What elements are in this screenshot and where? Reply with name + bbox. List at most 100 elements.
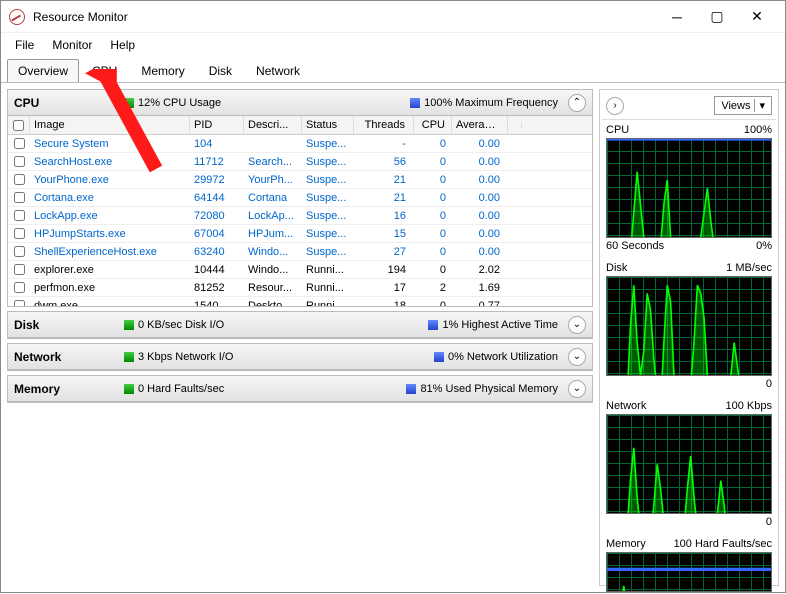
cell-pid: 11712 bbox=[190, 155, 244, 169]
tab-network[interactable]: Network bbox=[245, 59, 311, 82]
tab-disk[interactable]: Disk bbox=[198, 59, 243, 82]
cpu-freq-metric: 100% Maximum Frequency bbox=[410, 97, 558, 109]
panel-disk-header[interactable]: Disk 0 KB/sec Disk I/O 1% Highest Active… bbox=[8, 312, 592, 338]
graph-disk-label: Disk bbox=[606, 262, 627, 274]
menu-help[interactable]: Help bbox=[102, 36, 143, 54]
col-scroll bbox=[508, 122, 522, 128]
col-pid[interactable]: PID bbox=[190, 116, 244, 134]
panel-cpu-title: CPU bbox=[14, 96, 114, 110]
row-checkbox[interactable] bbox=[14, 192, 25, 203]
cell-pid: 29972 bbox=[190, 173, 244, 187]
cell-cpu: 0 bbox=[414, 173, 452, 187]
minimize-button[interactable]: ─ bbox=[657, 3, 697, 31]
graph-memory-max: 100 Hard Faults/sec bbox=[674, 538, 772, 550]
cell-cpu: 0 bbox=[414, 191, 452, 205]
col-check[interactable] bbox=[8, 116, 30, 134]
cell-pid: 81252 bbox=[190, 281, 244, 295]
square-green-icon bbox=[124, 384, 134, 394]
table-body: Secure System104Suspe...-00.00SearchHost… bbox=[8, 135, 592, 306]
col-image[interactable]: Image bbox=[30, 116, 190, 134]
window-title: Resource Monitor bbox=[33, 10, 657, 24]
cell-cpu: 0 bbox=[414, 137, 452, 151]
panel-cpu-header[interactable]: CPU 12% CPU Usage 100% Maximum Frequency… bbox=[8, 90, 592, 116]
graph-cpu-xL: 60 Seconds bbox=[606, 240, 664, 252]
table-row[interactable]: Cortana.exe64144CortanaSuspe...2100.00 bbox=[8, 189, 592, 207]
menu-monitor[interactable]: Monitor bbox=[44, 36, 100, 54]
graph-network-xR: 0 bbox=[766, 516, 772, 528]
cell-avg: 0.00 bbox=[452, 209, 508, 223]
cell-pid: 64144 bbox=[190, 191, 244, 205]
panel-disk-title: Disk bbox=[14, 318, 114, 332]
cell-threads: 17 bbox=[354, 281, 414, 295]
graph-disk-canvas bbox=[606, 276, 772, 376]
col-threads[interactable]: Threads bbox=[354, 116, 414, 134]
menu-file[interactable]: File bbox=[7, 36, 42, 54]
row-checkbox[interactable] bbox=[14, 156, 25, 167]
table-row[interactable]: dwm.exe1540Deskto...Runni...1800.77 bbox=[8, 297, 592, 306]
panel-memory-header[interactable]: Memory 0 Hard Faults/sec 81% Used Physic… bbox=[8, 376, 592, 402]
left-column: CPU 12% CPU Usage 100% Maximum Frequency… bbox=[7, 89, 593, 586]
panel-disk-expand[interactable]: ⌄ bbox=[568, 316, 586, 334]
table-row[interactable]: explorer.exe10444Windo...Runni...19402.0… bbox=[8, 261, 592, 279]
cell-cpu: 0 bbox=[414, 155, 452, 169]
network-io-metric: 3 Kbps Network I/O bbox=[124, 351, 233, 363]
table-row[interactable]: perfmon.exe81252Resour...Runni...1721.69 bbox=[8, 279, 592, 297]
cell-threads: 16 bbox=[354, 209, 414, 223]
graph-cpu-xR: 0% bbox=[756, 240, 772, 252]
cell-image: perfmon.exe bbox=[30, 281, 190, 295]
graphs-nav-button[interactable]: › bbox=[606, 97, 624, 115]
cell-threads: 56 bbox=[354, 155, 414, 169]
tab-memory[interactable]: Memory bbox=[130, 59, 195, 82]
cell-status: Suspe... bbox=[302, 173, 354, 187]
panel-network-header[interactable]: Network 3 Kbps Network I/O 0% Network Ut… bbox=[8, 344, 592, 370]
square-green-icon bbox=[124, 98, 134, 108]
panel-memory-expand[interactable]: ⌄ bbox=[568, 380, 586, 398]
cell-avg: 2.02 bbox=[452, 263, 508, 277]
panel-network-expand[interactable]: ⌄ bbox=[568, 348, 586, 366]
row-checkbox[interactable] bbox=[14, 300, 25, 306]
cell-desc: LockAp... bbox=[244, 209, 302, 223]
row-checkbox[interactable] bbox=[14, 246, 25, 257]
table-row[interactable]: YourPhone.exe29972YourPh...Suspe...2100.… bbox=[8, 171, 592, 189]
table-row[interactable]: SearchHost.exe11712Search...Suspe...5600… bbox=[8, 153, 592, 171]
panel-disk: Disk 0 KB/sec Disk I/O 1% Highest Active… bbox=[7, 311, 593, 339]
cell-threads: 15 bbox=[354, 227, 414, 241]
cell-status: Suspe... bbox=[302, 227, 354, 241]
tab-overview[interactable]: Overview bbox=[7, 59, 79, 82]
tab-cpu[interactable]: CPU bbox=[81, 59, 128, 82]
table-row[interactable]: Secure System104Suspe...-00.00 bbox=[8, 135, 592, 153]
row-checkbox[interactable] bbox=[14, 174, 25, 185]
cell-cpu: 0 bbox=[414, 263, 452, 277]
cell-pid: 1540 bbox=[190, 299, 244, 307]
col-description[interactable]: Descri... bbox=[244, 116, 302, 134]
row-checkbox[interactable] bbox=[14, 264, 25, 275]
cell-cpu: 0 bbox=[414, 299, 452, 307]
app-icon bbox=[9, 9, 25, 25]
table-row[interactable]: LockApp.exe72080LockAp...Suspe...1600.00 bbox=[8, 207, 592, 225]
cell-image: ShellExperienceHost.exe bbox=[30, 245, 190, 259]
cell-threads: 21 bbox=[354, 191, 414, 205]
cell-avg: 0.77 bbox=[452, 299, 508, 307]
table-row[interactable]: HPJumpStarts.exe67004HPJum...Suspe...150… bbox=[8, 225, 592, 243]
views-dropdown[interactable]: Views▾ bbox=[714, 96, 772, 115]
maximize-button[interactable]: ▢ bbox=[697, 3, 737, 31]
close-button[interactable]: ✕ bbox=[737, 3, 777, 31]
col-cpu[interactable]: CPU bbox=[414, 116, 452, 134]
cell-desc: Resour... bbox=[244, 281, 302, 295]
cell-status: Suspe... bbox=[302, 155, 354, 169]
col-status[interactable]: Status bbox=[302, 116, 354, 134]
row-checkbox[interactable] bbox=[14, 210, 25, 221]
graph-network-label: Network bbox=[606, 400, 646, 412]
row-checkbox[interactable] bbox=[14, 138, 25, 149]
row-checkbox[interactable] bbox=[14, 282, 25, 293]
chevron-down-icon: ▾ bbox=[754, 99, 765, 112]
square-green-icon bbox=[124, 352, 134, 362]
table-row[interactable]: ShellExperienceHost.exe63240Windo...Susp… bbox=[8, 243, 592, 261]
row-checkbox[interactable] bbox=[14, 228, 25, 239]
cell-cpu: 0 bbox=[414, 227, 452, 241]
cell-avg: 0.00 bbox=[452, 173, 508, 187]
panel-cpu-collapse[interactable]: ⌃ bbox=[568, 94, 586, 112]
content: CPU 12% CPU Usage 100% Maximum Frequency… bbox=[1, 83, 785, 592]
col-average[interactable]: Averag... bbox=[452, 116, 508, 134]
titlebar: Resource Monitor ─ ▢ ✕ bbox=[1, 1, 785, 33]
